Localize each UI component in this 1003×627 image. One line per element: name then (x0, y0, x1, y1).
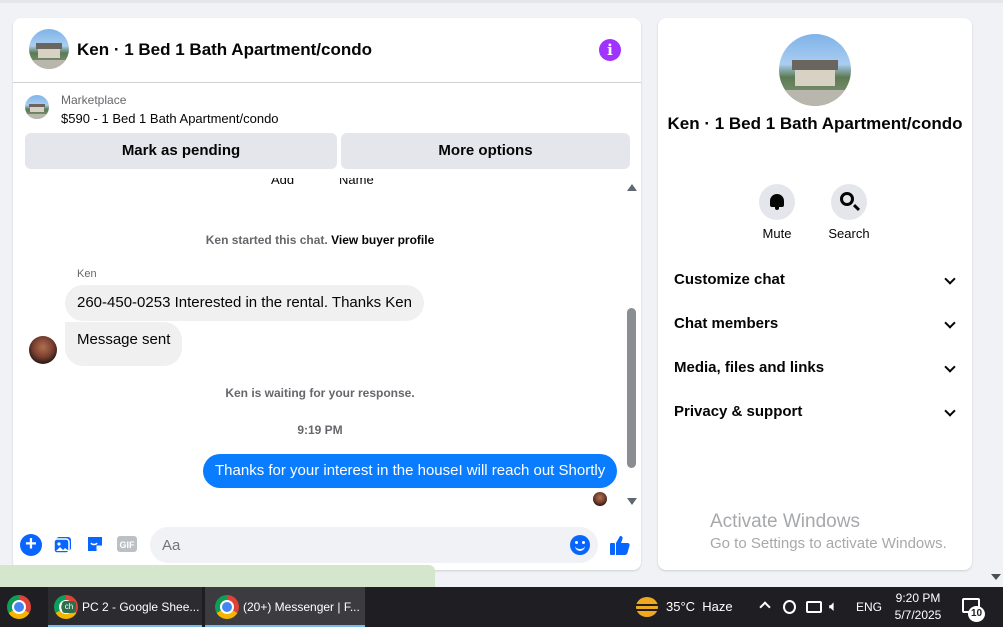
chat-started-notice: Ken started this chat. View buyer profil… (13, 233, 627, 247)
taskbar-item-label: (20+) Messenger | F... (243, 600, 360, 614)
chat-started-text: Ken started this chat. (205, 233, 328, 247)
listing-price-title[interactable]: $590 - 1 Bed 1 Bath Apartment/condo (61, 111, 279, 126)
scroll-up-icon[interactable] (627, 184, 637, 191)
meet-now-icon[interactable] (783, 600, 796, 614)
marketplace-label: Marketplace (61, 93, 127, 107)
emoji-icon[interactable] (570, 535, 590, 555)
section-privacy-support[interactable]: Privacy & support (674, 403, 958, 427)
message-timestamp: 9:19 PM (297, 423, 343, 437)
chat-title[interactable]: Ken · 1 Bed 1 Bath Apartment/condo (77, 40, 372, 60)
sender-name: Ken (77, 268, 97, 280)
search-icon[interactable] (831, 184, 867, 220)
section-label: Media, files and links (674, 359, 825, 376)
section-chat-members[interactable]: Chat members (674, 315, 958, 339)
weather-text[interactable]: 35°C Haze (666, 587, 733, 627)
taskbar-item-messenger[interactable]: (20+) Messenger | F... (205, 587, 365, 627)
message-scrollbar[interactable] (625, 184, 639, 506)
taskbar-item-google-sheets[interactable]: ch PC 2 - Google Shee... (48, 587, 202, 627)
message-input[interactable] (162, 527, 542, 563)
search-label: Search (828, 226, 870, 241)
clock-time: 9:20 PM (895, 591, 941, 605)
section-label: Privacy & support (674, 403, 803, 420)
message-list: Add Name Ken started this chat. View buy… (13, 178, 641, 522)
mute-label: Mute (762, 226, 792, 241)
chrome-icon[interactable] (7, 595, 31, 619)
show-hidden-icons-icon[interactable] (759, 601, 771, 613)
listing-thumbnail[interactable] (25, 95, 49, 119)
weather-icon[interactable] (634, 597, 660, 617)
chat-panel: Ken · 1 Bed 1 Bath Apartment/condo i Mar… (13, 18, 641, 570)
outgoing-message[interactable]: Thanks for your interest in the houseI w… (203, 454, 618, 488)
chevron-down-icon (944, 361, 956, 373)
chrome-profile-icon (215, 595, 239, 619)
chevron-down-icon (944, 273, 956, 285)
bell-icon[interactable] (759, 184, 795, 220)
volume-icon[interactable]: 🔈︎ (829, 587, 838, 627)
page-scroll-down-icon[interactable] (991, 574, 1001, 580)
section-customize-chat[interactable]: Customize chat (674, 271, 958, 295)
chevron-down-icon (944, 405, 956, 417)
search-action[interactable]: Search (819, 184, 879, 241)
waiting-notice: Ken is waiting for your response. (225, 386, 415, 400)
notification-count: 10 (968, 606, 985, 622)
sidebar-title: Ken · 1 Bed 1 Bath Apartment/condo (667, 114, 963, 133)
more-options-button[interactable]: More options (341, 133, 630, 169)
watermark-title: Activate Windows (710, 511, 860, 532)
section-label: Chat members (674, 315, 779, 332)
section-media-files-links[interactable]: Media, files and links (674, 359, 958, 383)
taskbar-item-label: PC 2 - Google Shee... (82, 600, 200, 614)
photo-icon[interactable] (52, 534, 74, 556)
gif-icon-label: GIF (120, 540, 136, 550)
incoming-message[interactable]: Message sent (65, 322, 183, 366)
scroll-thumb[interactable] (627, 308, 636, 468)
activate-windows-watermark: Activate Windows Go to Settings to activ… (710, 511, 947, 552)
message-input-box[interactable] (150, 527, 598, 563)
section-label: Customize chat (674, 271, 785, 288)
cutoff-add-label: Add (271, 178, 295, 187)
windows-taskbar: ch PC 2 - Google Shee... (20+) Messenger… (0, 587, 1003, 627)
cutoff-name-label: Name (339, 178, 374, 187)
language-indicator[interactable]: ENG (856, 587, 882, 627)
chat-info-sidebar: Ken · 1 Bed 1 Bath Apartment/condo Mute … (658, 18, 972, 570)
download-bar (0, 565, 435, 587)
sticker-icon[interactable] (84, 534, 106, 556)
profile-badge: ch (62, 601, 76, 613)
mark-as-pending-button[interactable]: Mark as pending (25, 133, 337, 169)
chevron-down-icon (944, 317, 956, 329)
info-icon[interactable]: i (599, 39, 621, 61)
mute-action[interactable]: Mute (747, 184, 807, 241)
listing-avatar[interactable] (29, 29, 69, 69)
network-icon[interactable] (806, 601, 822, 613)
sidebar-listing-avatar[interactable] (779, 34, 851, 106)
chat-header: Ken · 1 Bed 1 Bath Apartment/condo i (13, 18, 641, 83)
watermark-subtitle: Go to Settings to activate Windows. (710, 535, 947, 552)
incoming-message[interactable]: 260-450-0253 Interested in the rental. T… (65, 285, 424, 321)
message-composer: + GIF (13, 522, 641, 570)
gif-icon[interactable]: GIF (116, 534, 138, 556)
like-icon[interactable] (609, 534, 631, 556)
clock-date: 5/7/2025 (894, 608, 942, 622)
marketplace-banner: Marketplace $590 - 1 Bed 1 Bath Apartmen… (13, 84, 641, 136)
page-top-bar (0, 0, 1003, 3)
system-clock[interactable]: 9:20 PM 5/7/2025 (887, 590, 949, 624)
scroll-down-icon[interactable] (627, 498, 637, 505)
ken-avatar[interactable] (29, 336, 57, 364)
seen-receipt-avatar (593, 492, 607, 506)
plus-icon[interactable]: + (20, 534, 42, 556)
view-buyer-profile-link[interactable]: View buyer profile (331, 233, 434, 247)
